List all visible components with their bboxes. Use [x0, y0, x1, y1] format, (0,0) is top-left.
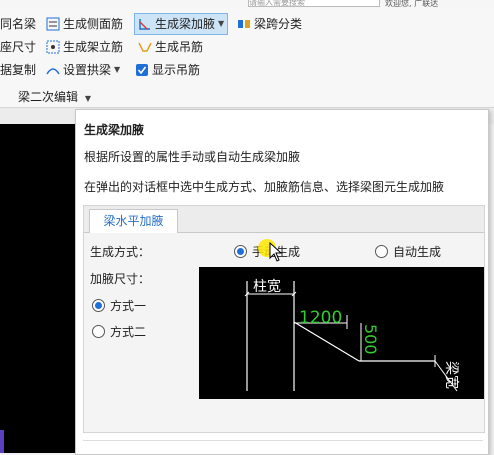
side-rebar-icon: [45, 17, 60, 32]
size-label: 加腋尺寸：: [90, 272, 151, 286]
generate-side-rebar-button[interactable]: 生成侧面筋: [45, 14, 123, 34]
generate-erection-rebar-button[interactable]: 生成架立筋: [45, 37, 123, 57]
generate-side-rebar-label: 生成侧面筋: [63, 17, 124, 31]
radio-circle-checked[interactable]: [92, 299, 105, 312]
radio-circle[interactable]: [92, 325, 105, 338]
span-classify-label: 梁跨分类: [254, 17, 303, 31]
radio-circle-checked[interactable]: [234, 245, 247, 258]
support-size-button[interactable]: 座尺寸: [0, 37, 36, 57]
preview-column-width: 柱宽: [253, 278, 281, 295]
user-info[interactable]: 欢迎您, 广联达: [385, 0, 438, 8]
preview-height: 500: [361, 324, 380, 355]
arch-beam-icon: [45, 63, 60, 78]
radio-method-one-label: 方式一: [110, 299, 147, 313]
dialog-preview: 梁水平加腋 生成方式： 手动生成 自动生成 加腋尺寸： 方式一 方式二: [83, 205, 485, 433]
span-classify-button[interactable]: 梁跨分类: [236, 14, 302, 34]
search-input[interactable]: 请输入需要搜索: [248, 0, 380, 7]
generate-hanger-rebar-button[interactable]: 生成吊筋: [137, 37, 203, 57]
generate-beam-haunch-button[interactable]: 生成梁加腋 ▼: [134, 13, 229, 35]
haunch-preview-diagram: 柱宽 1200 500 梁宽: [199, 267, 484, 399]
generate-hanger-rebar-label: 生成吊筋: [155, 40, 204, 54]
support-size-label: 座尺寸: [0, 40, 37, 54]
radio-auto-label: 自动生成: [393, 245, 442, 259]
radio-method-two-label: 方式二: [110, 325, 147, 339]
show-hanger-rebar-label: 显示吊筋: [152, 63, 201, 77]
preview-length: 1200: [299, 308, 342, 328]
chevron-down-icon[interactable]: ▼: [114, 60, 120, 80]
radio-method-two[interactable]: 方式二: [92, 323, 146, 340]
divider: [83, 440, 483, 441]
generate-beam-haunch-label: 生成梁加腋: [155, 17, 216, 31]
show-hanger-rebar-checkbox[interactable]: 显示吊筋: [134, 60, 200, 80]
data-copy-button[interactable]: 据复制: [0, 60, 36, 80]
canvas-accent: [0, 430, 4, 453]
hanger-rebar-icon: [137, 40, 152, 55]
radio-circle[interactable]: [375, 245, 388, 258]
beam-haunch-icon: [137, 17, 152, 32]
group-label-text: 梁二次编辑: [18, 90, 79, 104]
tooltip-instruction: 在弹出的对话框中选中生成方式、加腋筋信息、选择梁图元生成加腋: [84, 180, 445, 194]
same-name-beam-label: 同名梁: [0, 17, 37, 31]
tooltip-panel: 生成梁加腋 根据所设置的属性手动或自动生成梁加腋 在弹出的对话框中选中生成方式、…: [75, 109, 489, 455]
ribbon: 同名梁 生成侧面筋 生成梁加腋 ▼ 梁跨分类 座尺寸 生成架立筋 生成吊筋 据复…: [0, 8, 494, 108]
tab-horizontal-haunch[interactable]: 梁水平加腋: [89, 209, 178, 233]
checkbox-icon[interactable]: [134, 63, 149, 78]
erection-rebar-icon: [45, 40, 60, 55]
radio-auto[interactable]: 自动生成: [375, 243, 441, 260]
same-name-beam-button[interactable]: 同名梁: [0, 14, 36, 34]
drawing-canvas[interactable]: [0, 124, 75, 453]
chevron-down-icon[interactable]: ▼: [85, 94, 91, 103]
tooltip-title: 生成梁加腋: [84, 123, 145, 137]
span-classify-icon: [236, 17, 251, 32]
set-arch-beam-button[interactable]: 设置拱梁 ▼: [45, 60, 120, 80]
data-copy-label: 据复制: [0, 63, 37, 77]
tab-bar: 梁水平加腋: [84, 206, 484, 233]
generate-erection-rebar-label: 生成架立筋: [63, 40, 124, 54]
preview-beam-width: 梁宽: [443, 361, 460, 389]
set-arch-beam-label: 设置拱梁: [63, 63, 112, 77]
group-label[interactable]: 梁二次编辑 ▼: [18, 88, 91, 105]
chevron-down-icon[interactable]: ▼: [218, 14, 224, 34]
radio-method-one[interactable]: 方式一: [92, 297, 146, 314]
tooltip-description: 根据所设置的属性手动或自动生成梁加腋: [84, 150, 301, 164]
mode-label: 生成方式：: [90, 245, 151, 259]
